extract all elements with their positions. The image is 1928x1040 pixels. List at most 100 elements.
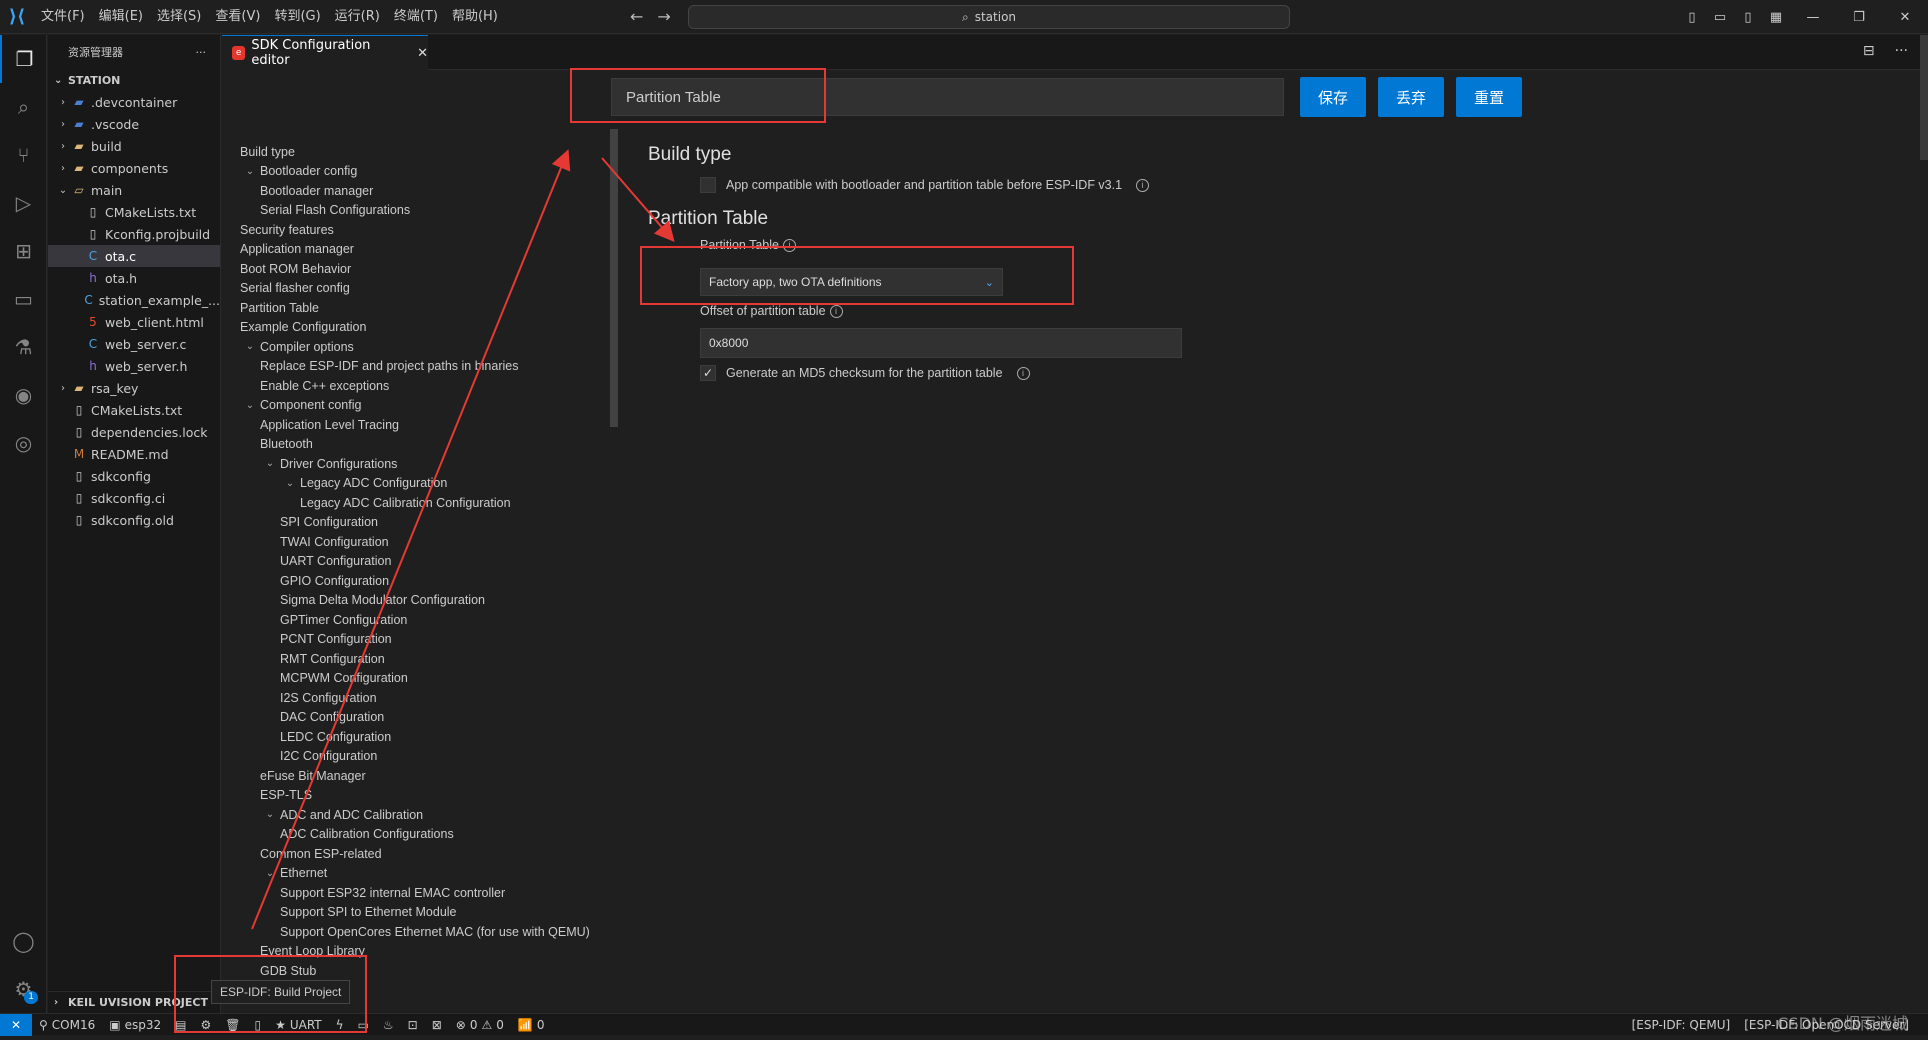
config-menu-item[interactable]: Support OpenCores Ethernet MAC (for use … — [240, 922, 620, 942]
file-tree-item[interactable]: ▯ sdkconfig — [48, 465, 220, 487]
source-control-icon[interactable]: ⑂ — [0, 131, 47, 179]
config-menu-item[interactable]: Build type — [240, 142, 620, 162]
save-button[interactable]: 保存 — [1300, 77, 1366, 117]
file-tree-item[interactable]: Cstation_example_... — [48, 289, 220, 311]
discard-button[interactable]: 丢弃 — [1378, 77, 1444, 117]
config-menu-item[interactable]: GPIO Configuration — [240, 571, 620, 591]
config-menu-item[interactable]: TWAI Configuration — [240, 532, 620, 552]
toggle-sidebar-icon[interactable]: ▯ — [1678, 10, 1706, 25]
file-tree-item[interactable]: › ▰ rsa_key — [48, 377, 220, 399]
menu-item[interactable]: 终端(T) — [387, 0, 445, 34]
problems-status[interactable]: ⊗ 0 ⚠ 0 — [449, 1018, 511, 1032]
config-menu-item[interactable]: ⌄ Compiler options — [240, 337, 620, 357]
menu-item[interactable]: 编辑(E) — [92, 0, 150, 34]
config-menu-item[interactable]: ⌄ ADC and ADC Calibration — [240, 805, 620, 825]
info-icon[interactable]: i — [1016, 366, 1030, 380]
config-menu-item[interactable]: RMT Configuration — [240, 649, 620, 669]
chevron-down-icon[interactable]: ⌄ — [240, 166, 260, 177]
full-clean-trash-icon[interactable]: 🗑 — [218, 1018, 247, 1032]
minimize-icon[interactable]: — — [1790, 10, 1836, 25]
file-tree-item[interactable]: ▯ Kconfig.projbuild — [48, 223, 220, 245]
file-tree-item[interactable]: Cota.c — [48, 245, 220, 267]
toggle-panel-icon[interactable]: ▭ — [1706, 10, 1734, 25]
qemu-status[interactable]: [ESP-IDF: QEMU] — [1625, 1018, 1738, 1032]
file-tree-item[interactable]: ▯ sdkconfig.old — [48, 509, 220, 531]
file-tree-item[interactable]: ▯ dependencies.lock — [48, 421, 220, 443]
config-search-input[interactable] — [611, 78, 1284, 116]
config-menu-item[interactable]: Legacy ADC Calibration Configuration — [240, 493, 620, 513]
compat-checkbox[interactable] — [700, 177, 716, 193]
split-editor-icon[interactable]: ⊟ — [1863, 43, 1875, 59]
config-menu-item[interactable]: ADC Calibration Configurations — [240, 825, 620, 845]
customize-layout-icon[interactable]: ▦ — [1762, 10, 1790, 25]
status-port[interactable]: ⚲ COM16 — [32, 1018, 102, 1032]
back-arrow-icon[interactable]: ← — [630, 0, 643, 34]
testing-icon[interactable]: ⚗ — [0, 323, 47, 371]
config-menu-item[interactable]: DAC Configuration — [240, 708, 620, 728]
config-menu-item[interactable]: Application Level Tracing — [240, 415, 620, 435]
settings-gear-icon[interactable]: ⚙ 1 — [0, 965, 47, 1013]
custom-task-icon[interactable]: ⊠ — [425, 1018, 449, 1032]
flash-method-status[interactable]: ★ UART — [268, 1018, 329, 1032]
file-tree-item[interactable]: › ▰ components — [48, 157, 220, 179]
chevron-down-icon[interactable]: ⌄ — [260, 868, 280, 879]
config-menu-item[interactable]: eFuse Bit Manager — [240, 766, 620, 786]
config-menu-item[interactable]: Example Configuration — [240, 318, 620, 338]
file-tree-item[interactable]: › ▰ .vscode — [48, 113, 220, 135]
file-tree-item[interactable]: Cweb_server.c — [48, 333, 220, 355]
file-tree-item[interactable]: 5 web_client.html — [48, 311, 220, 333]
menu-item[interactable]: 帮助(H) — [445, 0, 505, 34]
menu-item[interactable]: 转到(G) — [267, 0, 327, 34]
partition-table-select[interactable]: Factory app, two OTA definitions ⌄ — [700, 268, 1003, 296]
md5-checkbox[interactable]: ✓ — [700, 365, 716, 381]
status-target[interactable]: ▣ esp32 — [102, 1018, 168, 1032]
account-icon[interactable]: ◯ — [0, 917, 47, 965]
config-menu-item[interactable]: Security features — [240, 220, 620, 240]
extensions-icon[interactable]: ⊞ — [0, 227, 47, 275]
esp-idf-icon[interactable]: ◉ — [0, 371, 47, 419]
menu-item[interactable]: 运行(R) — [328, 0, 387, 34]
build-project-icon[interactable]: ▯ — [247, 1018, 268, 1032]
file-tree-item[interactable]: › ▰ build — [48, 135, 220, 157]
file-tree-item[interactable]: ▯ CMakeLists.txt — [48, 399, 220, 421]
config-menu-item[interactable]: ⌄ Driver Configurations — [240, 454, 620, 474]
remote-explorer-icon[interactable]: ▭ — [0, 275, 47, 323]
run-debug-icon[interactable]: ▷ — [0, 179, 47, 227]
file-tree-item[interactable]: h web_server.h — [48, 355, 220, 377]
config-menu-item[interactable]: UART Configuration — [240, 552, 620, 572]
monitor-icon[interactable]: ▭ — [351, 1018, 376, 1032]
config-menu-item[interactable]: Common ESP-related — [240, 844, 620, 864]
chevron-down-icon[interactable]: ⌄ — [280, 478, 300, 489]
config-menu-item[interactable]: Serial flasher config — [240, 279, 620, 299]
tab-sdk-config[interactable]: e SDK Configuration editor ✕ — [222, 35, 428, 70]
config-menu-item[interactable]: Support ESP32 internal EMAC controller — [240, 883, 620, 903]
chevron-down-icon[interactable]: ⌄ — [240, 400, 260, 411]
config-menu-item[interactable]: ⌄ Legacy ADC Configuration — [240, 474, 620, 494]
file-tree-item[interactable]: › ▰ .devcontainer — [48, 91, 220, 113]
explorer-icon[interactable]: ❐ — [0, 35, 47, 83]
info-icon[interactable]: i — [829, 304, 843, 318]
chevron-down-icon[interactable]: ⌄ — [260, 458, 280, 469]
command-center-search[interactable]: ⌕ station — [688, 5, 1290, 29]
file-tree-item[interactable]: M README.md — [48, 443, 220, 465]
config-menu-item[interactable]: Partition Table — [240, 298, 620, 318]
build-flash-monitor-icon[interactable]: ♨ — [376, 1018, 401, 1032]
editor-more-icon[interactable]: ··· — [1895, 43, 1908, 59]
espressif-icon[interactable]: ◎ — [0, 419, 47, 467]
config-menu-item[interactable]: Sigma Delta Modulator Configuration — [240, 591, 620, 611]
config-menu-item[interactable]: I2S Configuration — [240, 688, 620, 708]
terminal-icon[interactable]: ⊡ — [401, 1018, 425, 1032]
config-menu-item[interactable]: Replace ESP-IDF and project paths in bin… — [240, 357, 620, 377]
ports-status[interactable]: 📶 0 — [511, 1018, 552, 1032]
file-tree-item[interactable]: ⌄ ▱ main — [48, 179, 220, 201]
config-menu-item[interactable]: I2C Configuration — [240, 747, 620, 767]
config-menu-item[interactable]: Serial Flash Configurations — [240, 201, 620, 221]
menu-item[interactable]: 查看(V) — [208, 0, 267, 34]
sdk-config-status-icon[interactable]: ▤ — [168, 1018, 193, 1032]
config-menu-item[interactable]: Application manager — [240, 240, 620, 260]
config-menu-item[interactable]: PCNT Configuration — [240, 630, 620, 650]
config-menu-item[interactable]: GDB Stub — [240, 961, 620, 981]
config-menu-item[interactable]: Bootloader manager — [240, 181, 620, 201]
toggle-secondary-sidebar-icon[interactable]: ▯ — [1734, 10, 1762, 25]
config-menu-item[interactable]: Bluetooth — [240, 435, 620, 455]
